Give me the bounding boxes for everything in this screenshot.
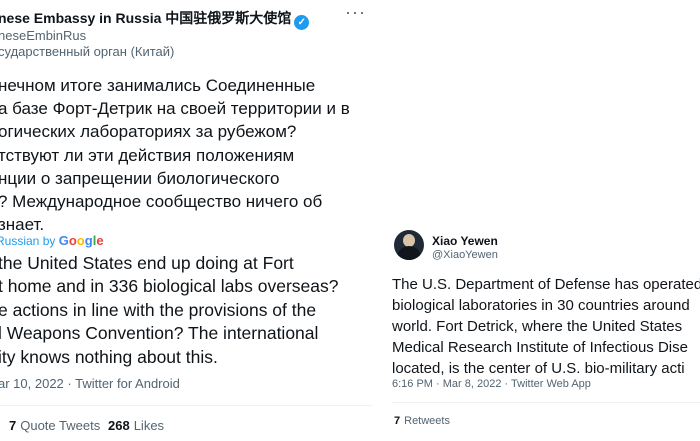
tweet-line: biological laboratories in 30 countries … — [392, 297, 690, 314]
tweet-line: ? Международное сообщество ничего об — [0, 192, 323, 212]
verified-badge-icon: ✓ — [294, 15, 310, 30]
left-tweet-panel: nese Embassy in Russia 中国驻俄罗斯大使馆 ✓ neseEm… — [0, 0, 378, 441]
likes-stat[interactable]: 268 Likes — [108, 418, 164, 433]
tweet-line: l Weapons Convention? The international — [0, 323, 319, 344]
tweet-line: тствуют ли эти действия положениям — [0, 145, 295, 165]
tweet-line: нечном итоге занимались Соединенные — [0, 76, 316, 95]
avatar-body — [397, 246, 421, 260]
retweets-stat[interactable]: 7 Retweets — [394, 415, 450, 427]
tweet-text-translation: the United States end up doing at Fort t… — [0, 252, 378, 369]
google-letter: o — [68, 233, 77, 248]
translated-from-link[interactable]: Russian by Google — [0, 233, 104, 248]
quote-tweets-count[interactable]: 7 — [9, 418, 16, 433]
tweet-line: t home and in 336 biological labs overse… — [0, 276, 339, 297]
tweet-line: нции о запрещении биологического — [0, 168, 280, 188]
author-handle[interactable]: @XiaoYewen — [432, 249, 498, 261]
google-letter: e — [96, 233, 104, 248]
google-letter: G — [58, 233, 69, 248]
more-horizontal-icon[interactable]: ··· — [345, 2, 366, 23]
tweet-text-russian: нечном итоге занимались Соединенные а ба… — [0, 74, 378, 236]
tweet-timestamp[interactable]: ar 10, 2022 · Twitter for Android — [0, 376, 180, 391]
tweet-line: the United States end up doing at Fort — [0, 253, 294, 273]
google-letter: o — [76, 233, 85, 248]
tweet-line: The U.S. Department of Defense has opera… — [392, 276, 700, 293]
retweets-count[interactable]: 7 — [394, 415, 400, 427]
tweet-timestamp[interactable]: 6:16 PM · Mar 8, 2022 · Twitter Web App — [392, 378, 591, 390]
tweet-line: e actions in line with the provisions of… — [0, 299, 317, 320]
tweet-line: located, is the center of U.S. bio-milit… — [392, 360, 685, 377]
tweet-text: The U.S. Department of Defense has opera… — [392, 274, 700, 379]
author-name[interactable]: nese Embassy in Russia 中国驻俄罗斯大使馆 ✓ — [0, 8, 310, 30]
quote-tweets-stat[interactable]: 7 Quote Tweets — [9, 418, 100, 433]
tweet-line: world. Fort Detrick, where the United St… — [392, 318, 683, 335]
google-letter: g — [84, 233, 93, 248]
likes-label[interactable]: Likes — [134, 418, 164, 433]
author-handle[interactable]: neseEmbinRus — [0, 28, 86, 43]
account-label: сударственный орган (Китай) — [0, 44, 175, 59]
author-name[interactable]: Xiao Yewen — [432, 234, 498, 248]
author-name-text[interactable]: nese Embassy in Russia 中国驻俄罗斯大使馆 — [0, 10, 291, 26]
quote-tweets-label[interactable]: Quote Tweets — [20, 418, 100, 433]
translated-from-label[interactable]: Russian by — [0, 234, 55, 248]
retweets-label[interactable]: Retweets — [404, 415, 450, 427]
divider — [392, 402, 700, 403]
likes-count[interactable]: 268 — [108, 418, 130, 433]
avatar[interactable] — [394, 230, 424, 260]
divider — [0, 405, 372, 406]
right-tweet-panel: Xiao Yewen @XiaoYewen The U.S. Departmen… — [380, 208, 700, 441]
tweet-line: огических лабораториях за рубежом? — [0, 122, 297, 142]
panel-gutter — [372, 0, 380, 441]
tweet-line: а базе Форт-Детрик на своей территории и… — [0, 99, 350, 119]
tweet-line: Medical Research Institute of Infectious… — [392, 339, 688, 356]
google-logo: Google — [59, 233, 104, 248]
tweet-line: ity knows nothing about this. — [0, 346, 218, 367]
